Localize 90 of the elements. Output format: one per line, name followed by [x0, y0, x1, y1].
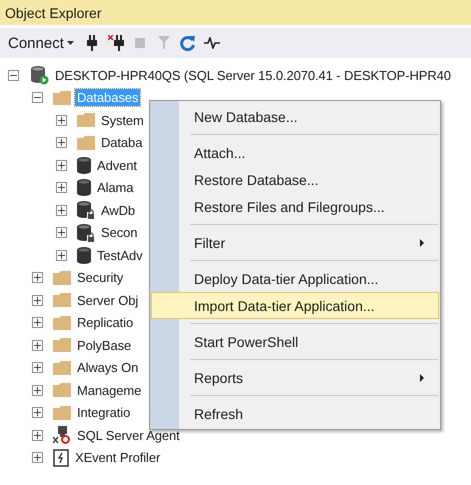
tree-item[interactable]: Databa	[99, 134, 144, 152]
stop-icon	[134, 38, 145, 48]
tree-item[interactable]: Secon	[99, 224, 140, 242]
expand-toggle[interactable]	[56, 250, 67, 261]
menu-item[interactable]: Restore Files and Filegroups...	[151, 193, 439, 220]
plus-icon	[58, 206, 65, 214]
toolbar-button[interactable]	[108, 34, 124, 52]
tree-item[interactable]: Server Obj	[75, 292, 140, 309]
panel-title: Object Explorer	[0, 0, 471, 25]
menu-item[interactable]: Refresh	[151, 400, 439, 427]
menu-item[interactable]: Reports	[151, 364, 439, 391]
menu-item[interactable]: Attach...	[151, 139, 439, 166]
caret-icon	[66, 41, 74, 45]
expand-toggle[interactable]	[56, 160, 67, 171]
expand-toggle[interactable]	[32, 340, 43, 351]
locked-database-icon	[77, 224, 95, 242]
locked-database-icon	[77, 201, 95, 220]
tree-item[interactable]: Replicatio	[75, 314, 136, 332]
agent-icon	[53, 426, 71, 444]
expand-toggle[interactable]	[56, 182, 67, 194]
activity-icon	[204, 37, 220, 49]
folder-icon	[53, 90, 71, 105]
expand-toggle[interactable]	[32, 384, 43, 396]
folder-icon	[77, 136, 95, 150]
plus-icon	[58, 252, 65, 259]
plus-icon	[58, 139, 65, 146]
expand-toggle[interactable]	[32, 407, 43, 418]
collapse-toggle[interactable]	[32, 92, 43, 104]
collapse-toggle[interactable]	[8, 70, 19, 81]
plus-icon	[34, 454, 41, 462]
tree-item[interactable]: Always On	[75, 359, 140, 376]
server-icon	[29, 65, 49, 86]
folder-icon	[53, 406, 71, 420]
tree-item[interactable]: AwDb	[99, 202, 138, 219]
tree-item[interactable]: Integratio	[75, 404, 132, 422]
plus-icon	[58, 162, 65, 169]
database-icon	[77, 179, 91, 196]
tree-item[interactable]: Alama	[95, 179, 136, 196]
refresh-icon	[180, 35, 196, 51]
tree-item[interactable]: SQL Server Agent	[75, 426, 182, 444]
folder-icon	[53, 360, 71, 375]
plus-icon	[58, 184, 65, 192]
tree-item[interactable]: TestAdv	[95, 246, 145, 264]
expand-toggle[interactable]	[56, 227, 67, 238]
filter-icon	[158, 36, 170, 50]
profiler-icon	[53, 448, 69, 467]
expand-toggle[interactable]	[32, 430, 43, 441]
tree-item[interactable]: PolyBase	[75, 336, 134, 354]
tree-item[interactable]: Manageme	[75, 382, 144, 399]
folder-icon	[53, 383, 71, 398]
expand-toggle[interactable]	[56, 114, 67, 126]
toolbar-button[interactable]	[204, 34, 220, 52]
folder-icon	[53, 270, 71, 285]
plus-icon	[34, 364, 41, 372]
tree-item[interactable]: XEvent Profiler	[73, 449, 162, 466]
expand-toggle[interactable]	[32, 294, 43, 306]
menu-item[interactable]: Filter	[151, 229, 439, 256]
plus-icon	[34, 386, 41, 394]
folder-icon	[77, 113, 95, 128]
expand-toggle[interactable]	[56, 204, 67, 216]
folder-icon	[53, 293, 71, 308]
expand-toggle[interactable]	[32, 452, 43, 464]
plus-icon	[34, 409, 41, 416]
expand-toggle[interactable]	[56, 137, 67, 148]
plus-icon	[58, 229, 65, 236]
database-icon	[77, 156, 91, 174]
plug-icon	[86, 35, 97, 51]
menu-item[interactable]: Import Data-tier Application...	[151, 292, 439, 319]
menu-item[interactable]: New Database...	[151, 103, 439, 130]
tree-item[interactable]: Security	[75, 269, 126, 286]
menu-item[interactable]: Start PowerShell	[151, 328, 439, 355]
plus-icon	[58, 116, 65, 124]
expand-toggle[interactable]	[32, 317, 43, 328]
plus-icon	[34, 319, 41, 326]
plus-icon	[34, 342, 41, 349]
plus-icon	[34, 432, 41, 439]
tree-item[interactable]: System	[99, 112, 146, 129]
menu-item[interactable]: Deploy Data-tier Application...	[151, 265, 439, 292]
folder-icon	[53, 316, 71, 330]
connect-button[interactable]: Connect	[6, 34, 76, 52]
disconnect-icon	[108, 35, 124, 51]
tree-item[interactable]: Advent	[95, 156, 139, 174]
expand-toggle[interactable]	[32, 362, 43, 374]
plus-icon	[34, 296, 41, 304]
folder-icon	[53, 338, 71, 352]
expand-toggle[interactable]	[32, 272, 43, 284]
plus-icon	[34, 274, 41, 282]
menu-item[interactable]: Restore Database...	[151, 166, 439, 193]
tree-item[interactable]: DESKTOP-HPR40QS (SQL Server 15.0.2070.41 - DESKTOP-HPR40	[53, 66, 453, 84]
database-icon	[77, 246, 91, 264]
